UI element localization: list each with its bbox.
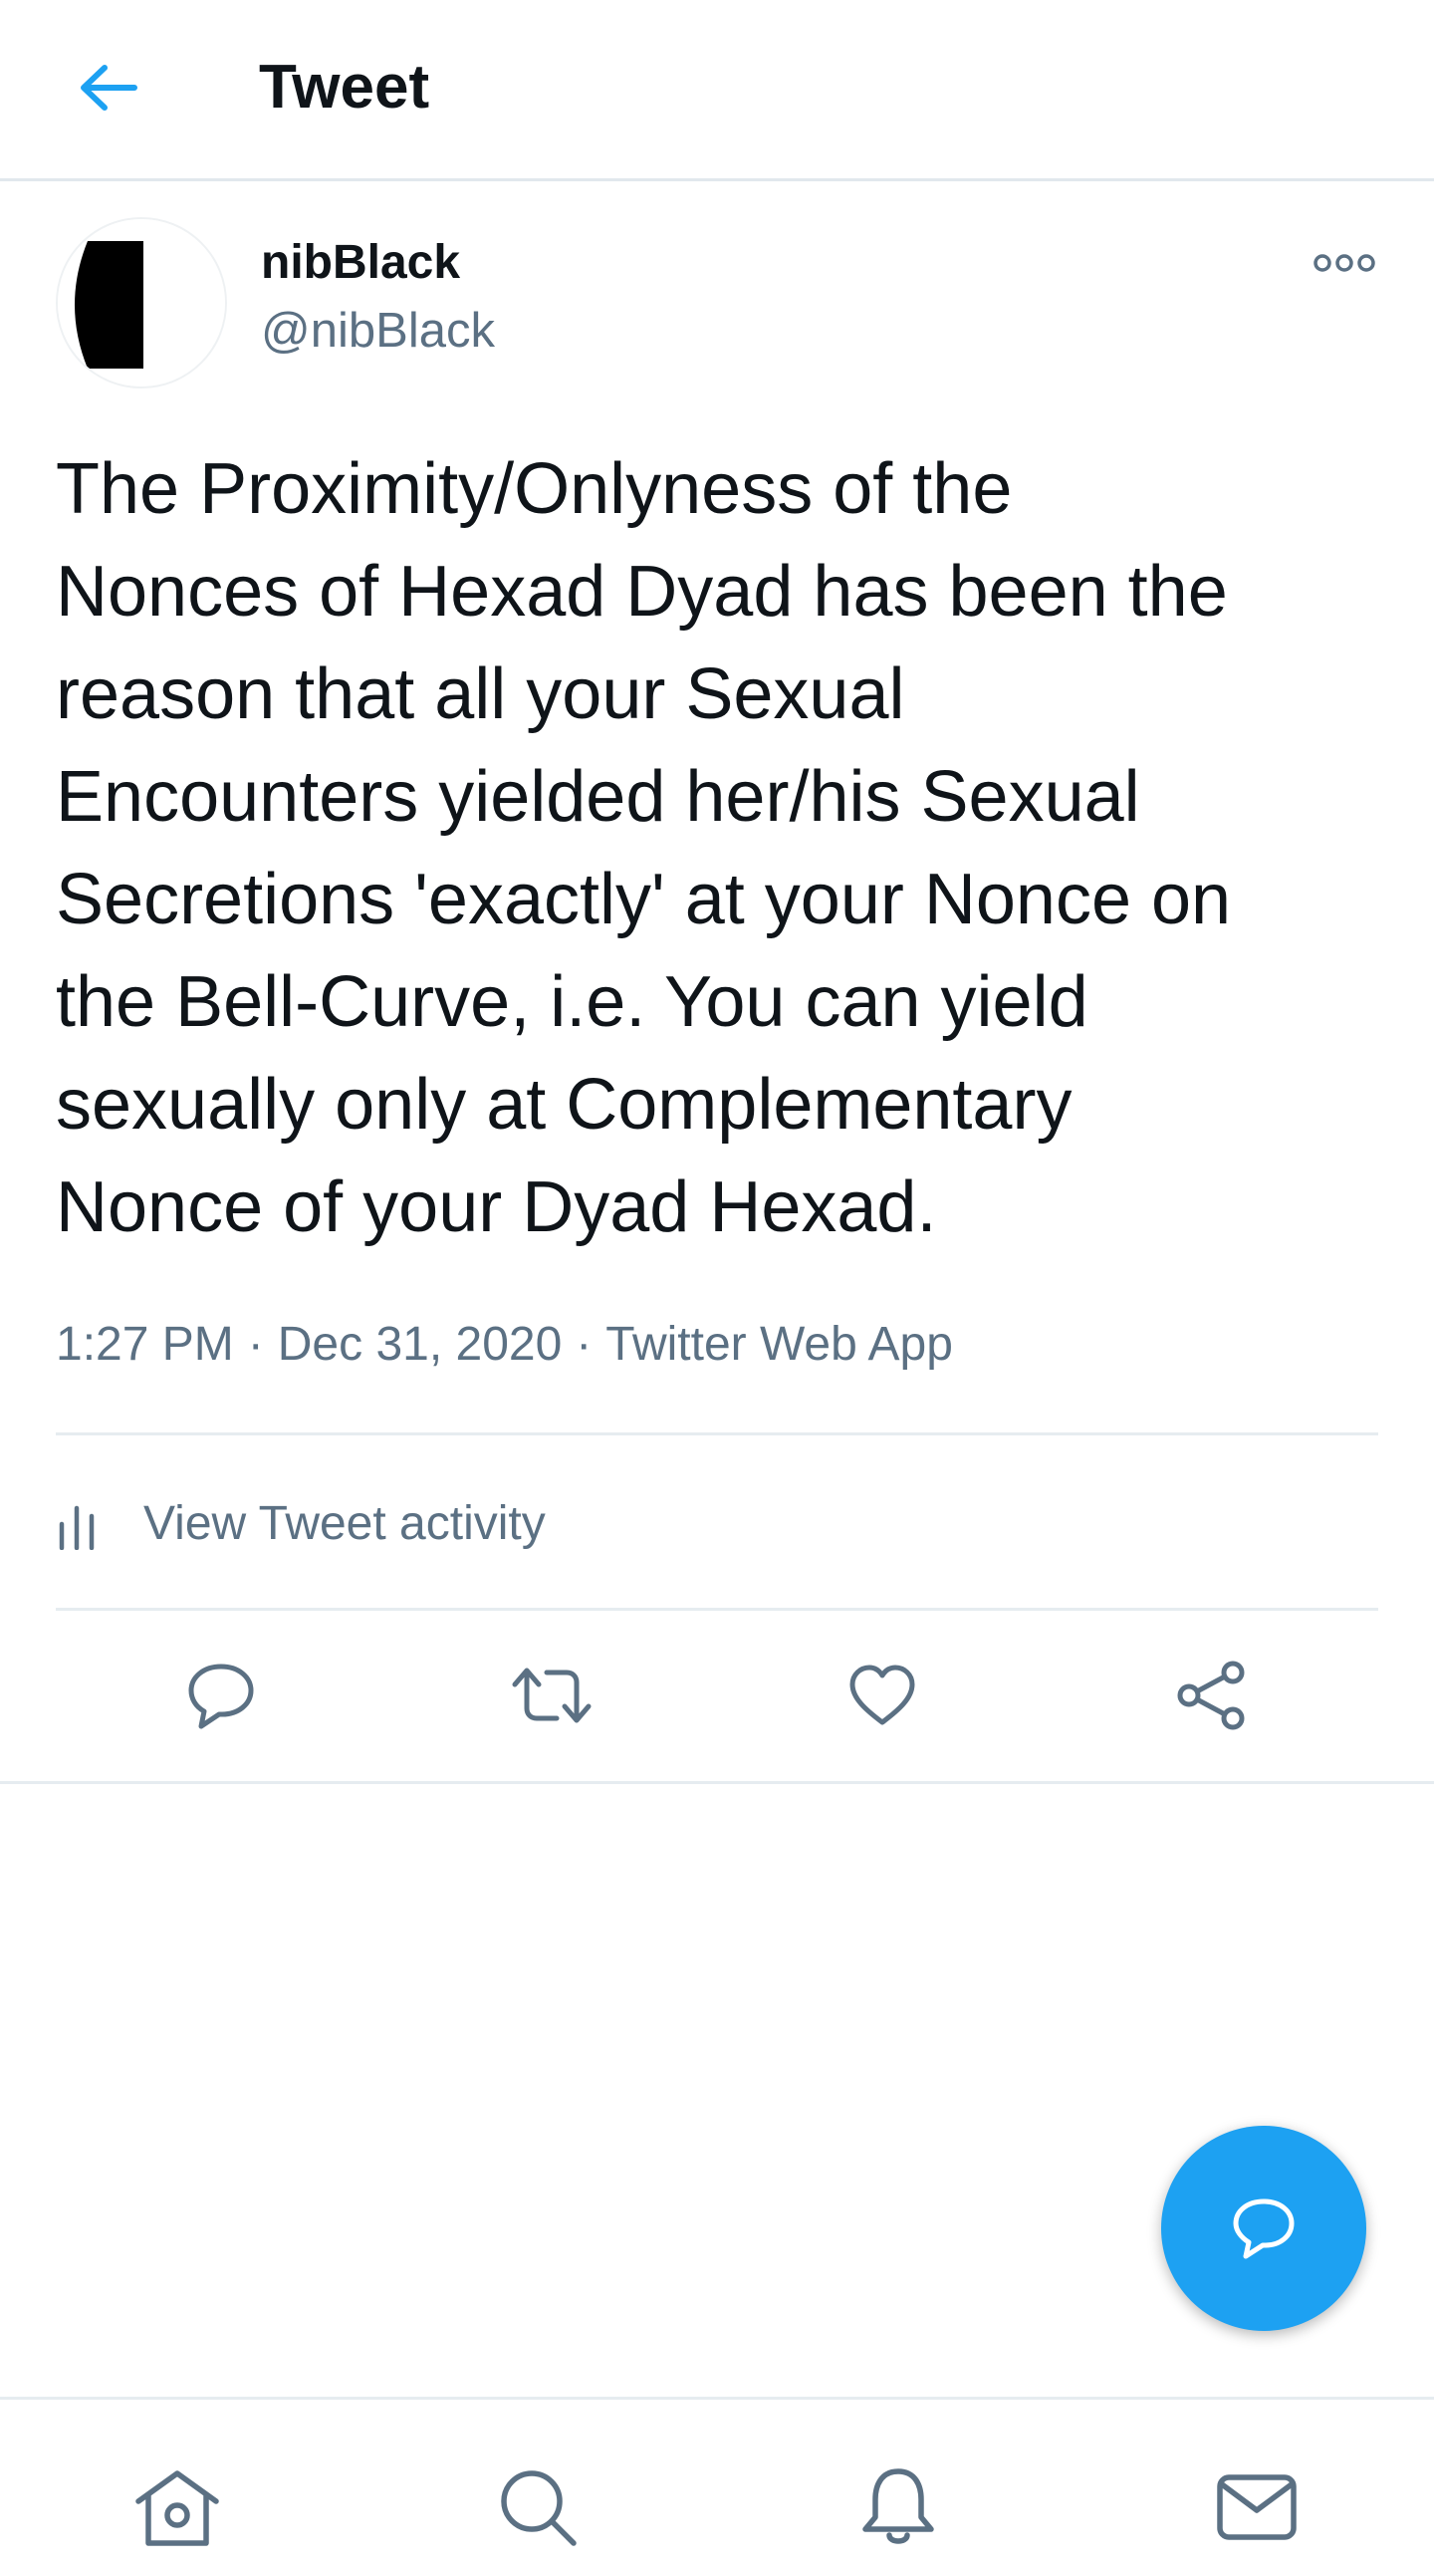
avatar[interactable] bbox=[56, 217, 227, 388]
divider bbox=[56, 1432, 1378, 1435]
meta-separator: · bbox=[247, 1318, 264, 1371]
search-icon bbox=[501, 2470, 577, 2546]
back-button[interactable] bbox=[56, 44, 159, 131]
tweet-source[interactable]: Twitter Web App bbox=[605, 1318, 953, 1371]
reply-icon bbox=[188, 1664, 254, 1729]
retweet-button[interactable] bbox=[508, 1652, 596, 1739]
activity-icon bbox=[56, 1494, 116, 1554]
tweet-time[interactable]: 1:27 PM bbox=[56, 1318, 234, 1371]
home-icon bbox=[135, 2470, 219, 2546]
share-button[interactable] bbox=[1167, 1652, 1255, 1739]
retweet-icon bbox=[512, 1668, 592, 1723]
like-icon bbox=[849, 1665, 915, 1725]
arrow-left-icon bbox=[81, 65, 137, 111]
divider bbox=[56, 1608, 1378, 1611]
page-title: Tweet bbox=[259, 53, 430, 122]
compose-reply-icon bbox=[1233, 2198, 1295, 2259]
share-icon bbox=[1177, 1661, 1245, 1730]
nav-messages[interactable] bbox=[1207, 2457, 1307, 2557]
nav-search[interactable] bbox=[488, 2457, 588, 2557]
author-name[interactable]: nibBlack bbox=[261, 233, 460, 293]
view-tweet-activity-link[interactable]: View Tweet activity bbox=[56, 1484, 546, 1564]
nav-home[interactable] bbox=[127, 2457, 227, 2557]
compose-reply-button[interactable] bbox=[1161, 2126, 1366, 2331]
like-button[interactable] bbox=[838, 1652, 926, 1739]
avatar-image bbox=[58, 219, 225, 386]
nav-notifications[interactable] bbox=[848, 2457, 948, 2557]
notifications-icon bbox=[862, 2468, 934, 2544]
top-bar: Tweet bbox=[0, 0, 1434, 181]
author-handle[interactable]: @nibBlack bbox=[261, 301, 495, 361]
messages-icon bbox=[1217, 2474, 1297, 2540]
tweet-date[interactable]: Dec 31, 2020 bbox=[278, 1318, 563, 1371]
bottom-navigation bbox=[0, 2397, 1434, 2576]
more-options-icon bbox=[1314, 254, 1375, 272]
tweet-meta: 1:27 PM · Dec 31, 2020 · Twitter Web App bbox=[56, 1313, 953, 1377]
activity-label: View Tweet activity bbox=[143, 1497, 546, 1550]
tweet-text: The Proximity/Onlyness of the Nonces of … bbox=[56, 449, 1232, 1247]
reply-button[interactable] bbox=[177, 1652, 265, 1739]
meta-separator: · bbox=[576, 1318, 593, 1371]
tweet-action-bar bbox=[0, 1652, 1434, 1739]
more-options-button[interactable] bbox=[1305, 235, 1384, 291]
divider bbox=[0, 1781, 1434, 1784]
